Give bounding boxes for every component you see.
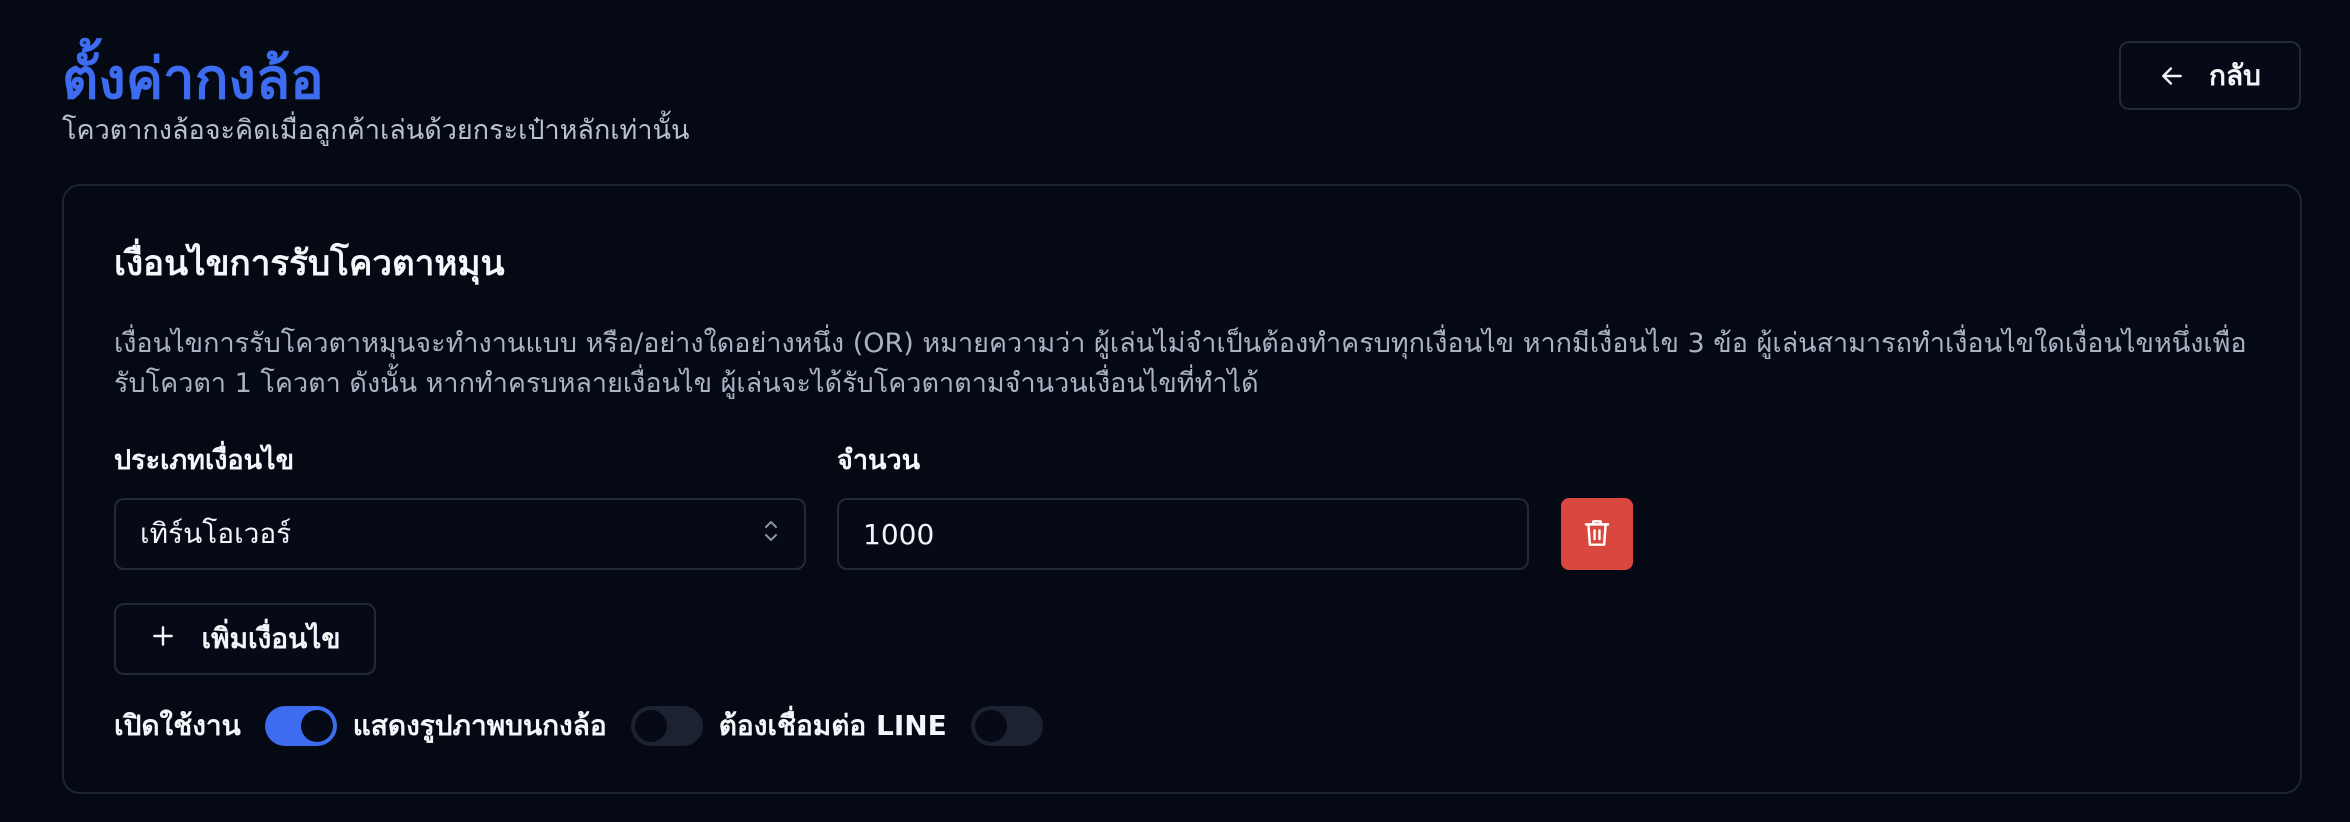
chevron-up-down-icon bbox=[762, 518, 780, 551]
require-line-toggle[interactable] bbox=[970, 706, 1043, 746]
spin-quota-conditions-card: เงื่อนไขการรับโควตาหมุน เงื่อนไขการรับโค… bbox=[62, 184, 2302, 794]
card-title: เงื่อนไขการรับโควตาหมุน bbox=[114, 244, 505, 284]
show-image-toggle-label: แสดงรูปภาพบนกงล้อ bbox=[352, 709, 607, 742]
delete-condition-button[interactable] bbox=[1561, 498, 1633, 570]
toggle-knob bbox=[300, 710, 333, 742]
toggle-knob bbox=[634, 710, 667, 742]
condition-type-label: ประเภทเงื่อนไข bbox=[114, 445, 295, 476]
condition-type-select[interactable]: เทิร์นโอเวอร์ bbox=[114, 498, 806, 570]
amount-input[interactable] bbox=[837, 498, 1529, 570]
add-condition-label: เพิ่มเงื่อนไข bbox=[201, 622, 341, 655]
add-condition-button[interactable]: เพิ่มเงื่อนไข bbox=[114, 603, 376, 675]
page-subtitle: โควตากงล้อจะคิดเมื่อลูกค้าเล่นด้วยกระเป๋… bbox=[62, 115, 690, 146]
amount-label: จำนวน bbox=[837, 445, 921, 476]
condition-type-value: เทิร์นโอเวอร์ bbox=[140, 517, 292, 550]
show-image-toggle[interactable] bbox=[630, 706, 703, 746]
require-line-toggle-label: ต้องเชื่อมต่อ LINE bbox=[718, 709, 947, 742]
enable-toggle-label: เปิดใช้งาน bbox=[114, 709, 241, 742]
page-title: ตั้งค่ากงล้อ bbox=[62, 47, 324, 112]
plus-icon bbox=[150, 623, 176, 656]
toggle-knob bbox=[974, 710, 1007, 742]
back-button[interactable]: กลับ bbox=[2119, 41, 2301, 110]
toggle-row: เปิดใช้งาน แสดงรูปภาพบนกงล้อ ต้องเชื่อมต… bbox=[114, 706, 1059, 746]
back-button-label: กลับ bbox=[2209, 58, 2261, 92]
trash-icon bbox=[1582, 517, 1612, 552]
enable-toggle[interactable] bbox=[264, 706, 337, 746]
card-description: เงื่อนไขการรับโควตาหมุนจะทำงานแบบ หรือ/อ… bbox=[114, 328, 2247, 399]
arrow-left-icon bbox=[2159, 63, 2185, 89]
